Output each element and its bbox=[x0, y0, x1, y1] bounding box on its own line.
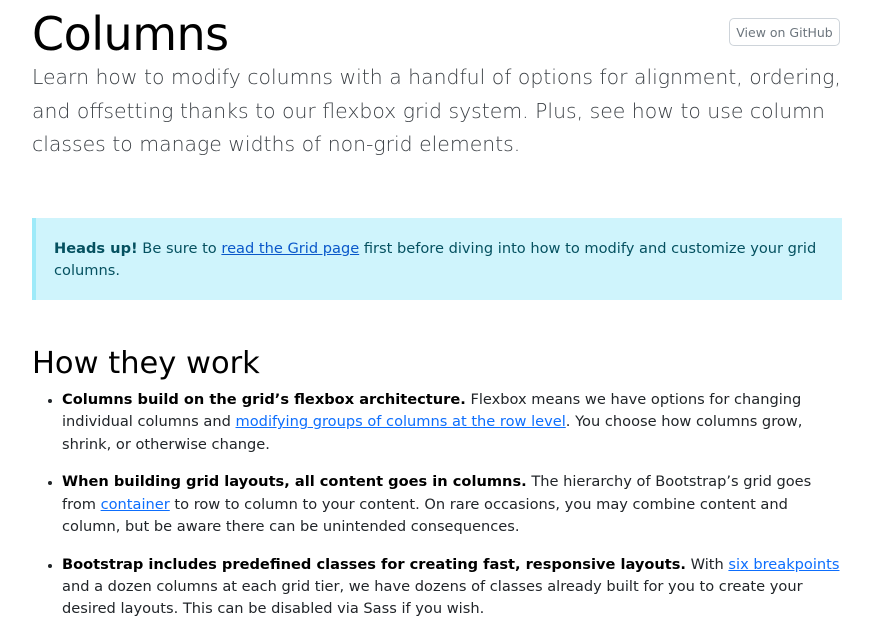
view-on-github-button[interactable]: View on GitHub bbox=[729, 18, 840, 46]
row-level-link[interactable]: modifying groups of columns at the row l… bbox=[236, 413, 566, 430]
list-item: Columns build on the grid’s flexbox arch… bbox=[62, 389, 842, 456]
list-item-text: and a dozen columns at each grid tier, w… bbox=[62, 578, 803, 618]
list-item-text: to row to column to your content. On rar… bbox=[62, 495, 788, 535]
list-item: Bootstrap includes predefined classes fo… bbox=[62, 554, 842, 621]
heads-up-callout: Heads up! Be sure to read the Grid page … bbox=[32, 218, 842, 300]
list-item-strong: When building grid layouts, all content … bbox=[62, 473, 527, 491]
lead-paragraph: Learn how to modify columns with a handf… bbox=[32, 65, 841, 156]
container-link[interactable]: container bbox=[101, 496, 170, 513]
six-breakpoints-link[interactable]: six breakpoints bbox=[728, 556, 839, 573]
section-heading: How they work bbox=[32, 346, 260, 381]
callout-strong: Heads up! bbox=[54, 240, 138, 257]
page-title: Columns bbox=[32, 7, 229, 61]
list-item-text: With bbox=[685, 555, 729, 573]
list-item: When building grid layouts, all content … bbox=[62, 471, 842, 538]
list-item-strong: Columns build on the grid’s flexbox arch… bbox=[62, 391, 466, 408]
callout-text-before: Be sure to bbox=[137, 240, 222, 257]
how-they-work-list: Columns build on the grid’s flexbox arch… bbox=[32, 389, 842, 635]
docs-page: Columns View on GitHub Learn how to modi… bbox=[0, 0, 872, 635]
list-item-strong: Bootstrap includes predefined classes fo… bbox=[62, 555, 686, 573]
grid-page-link[interactable]: read the Grid page bbox=[221, 240, 359, 257]
